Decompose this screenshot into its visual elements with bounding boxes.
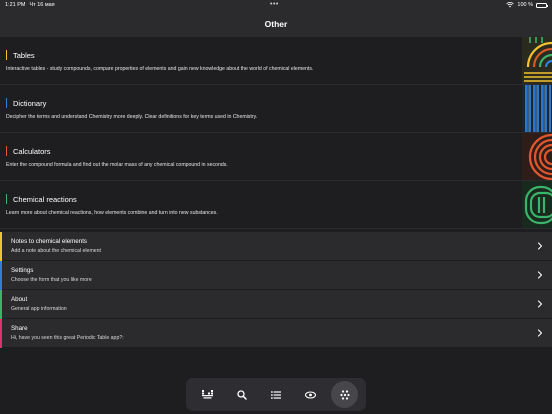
tables-pattern-icon — [522, 37, 552, 84]
page-title: Other — [264, 18, 288, 29]
tab-other[interactable] — [331, 381, 359, 408]
accent-bar — [6, 98, 8, 108]
menu-item-title: About — [11, 296, 28, 303]
menu-item-title: Notes to chemical elements — [11, 238, 88, 245]
card-chemical-reactions[interactable]: Chemical reactions Learn more about chem… — [0, 181, 552, 229]
multitasking-dots-icon[interactable]: ••• — [270, 1, 279, 8]
card-description: Interactive tables - study compounds, co… — [6, 66, 314, 72]
menu-item-share[interactable]: Share Hi, have you seen this great Perio… — [0, 319, 552, 348]
chevron-right-icon — [537, 271, 543, 279]
card-tables[interactable]: Tables Interactive tables - study compou… — [0, 37, 552, 85]
atom-icon — [304, 390, 316, 399]
accent-bar — [0, 232, 2, 261]
status-date: Чт 16 мая — [29, 2, 55, 8]
battery-percent: 100 % — [517, 2, 533, 8]
menu-item-title: Share — [11, 325, 28, 332]
chevron-right-icon — [537, 329, 543, 337]
card-title: Dictionary — [13, 98, 47, 108]
card-calculators[interactable]: Calculators Enter the compound formula a… — [0, 133, 552, 181]
card-title: Chemical reactions — [13, 194, 77, 204]
search-icon — [236, 389, 247, 400]
reactions-pattern-icon — [522, 181, 552, 228]
grid-dots-icon — [340, 389, 350, 400]
status-time: 1:21 PM — [5, 2, 26, 8]
menu-item-title: Settings — [11, 267, 34, 274]
calculators-pattern-icon — [522, 133, 552, 180]
menu-item-subtitle: Hi, have you seen this great Periodic Ta… — [11, 334, 124, 341]
tab-search[interactable] — [228, 381, 255, 408]
menu-item-settings[interactable]: Settings Choose the form that you like m… — [0, 261, 552, 290]
wifi-icon — [506, 2, 515, 8]
dictionary-pattern-icon — [522, 85, 552, 132]
menu-item-subtitle: Choose the form that you like more — [11, 276, 92, 283]
status-bar: 1:21 PM Чт 16 мая ••• 100 % — [0, 0, 552, 10]
tab-atom[interactable] — [297, 381, 324, 408]
accent-bar — [6, 146, 8, 156]
menu-item-notes[interactable]: Notes to chemical elements Add a note ab… — [0, 232, 552, 261]
tab-periodic-table[interactable] — [194, 381, 221, 408]
card-title: Calculators — [13, 146, 51, 156]
accent-bar — [6, 194, 8, 204]
list-icon — [270, 390, 281, 399]
card-description: Learn more about chemical reactions, how… — [6, 210, 218, 216]
menu-item-subtitle: Add a note about the chemical element — [11, 247, 101, 254]
status-right: 100 % — [506, 2, 548, 8]
menu-item-subtitle: General app information — [11, 305, 67, 312]
card-description: Decipher the terms and understand Chemis… — [6, 114, 258, 120]
card-dictionary[interactable]: Dictionary Decipher the terms and unders… — [0, 85, 552, 133]
chevron-right-icon — [537, 300, 543, 308]
periodic-table-icon — [201, 390, 213, 399]
accent-bar — [6, 50, 8, 60]
accent-bar — [0, 319, 2, 348]
accent-bar — [0, 290, 2, 319]
card-description: Enter the compound formula and find out … — [6, 162, 228, 168]
card-title: Tables — [13, 50, 35, 60]
nav-bar: Other — [0, 10, 552, 37]
menu-item-about[interactable]: About General app information — [0, 290, 552, 319]
tab-bar — [186, 378, 366, 411]
chevron-right-icon — [537, 242, 543, 250]
tab-list[interactable] — [262, 381, 289, 408]
accent-bar — [0, 261, 2, 290]
battery-icon — [536, 2, 548, 8]
